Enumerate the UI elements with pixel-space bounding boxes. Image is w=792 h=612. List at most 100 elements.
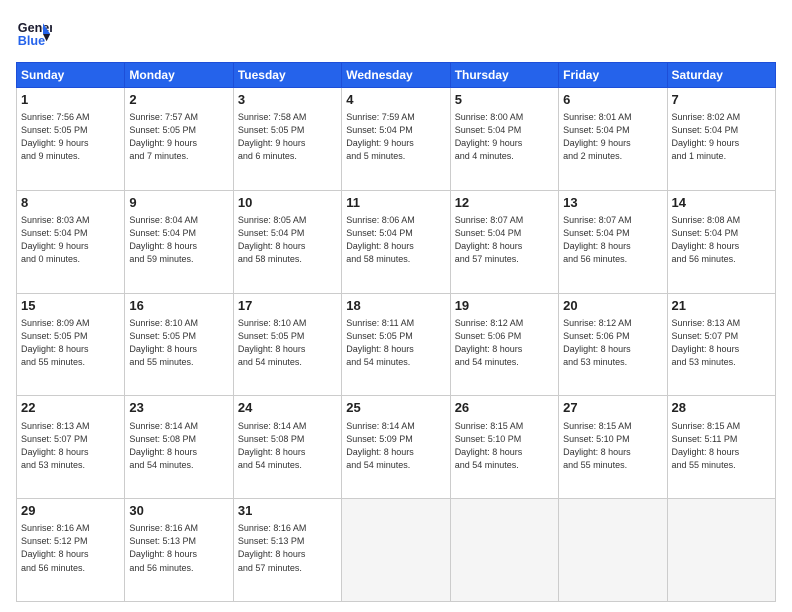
day-cell: 1Sunrise: 7:56 AMSunset: 5:05 PMDaylight… xyxy=(17,88,125,191)
day-number: 27 xyxy=(563,399,662,417)
day-info: Sunrise: 8:14 AMSunset: 5:08 PMDaylight:… xyxy=(238,420,337,472)
day-cell: 10 Sunrise: 8:05 AMSunset: 5:04 PMDayligh… xyxy=(233,190,341,293)
day-info: Sunrise: 8:09 AMSunset: 5:05 PMDaylight:… xyxy=(21,317,120,369)
weekday-monday: Monday xyxy=(125,63,233,88)
day-info: Sunrise: 8:10 AMSunset: 5:05 PMDaylight:… xyxy=(238,317,337,369)
logo: General Blue xyxy=(16,16,52,52)
day-number: 26 xyxy=(455,399,554,417)
day-cell: 12Sunrise: 8:07 AMSunset: 5:04 PMDayligh… xyxy=(450,190,558,293)
day-cell: 20 Sunrise: 8:12 AMSunset: 5:06 PMDayligh… xyxy=(559,293,667,396)
day-number: 20 xyxy=(563,297,662,315)
day-info: Sunrise: 8:15 AMSunset: 5:10 PMDaylight:… xyxy=(455,420,554,472)
day-cell: 19 Sunrise: 8:12 AMSunset: 5:06 PMDayligh… xyxy=(450,293,558,396)
day-cell: 13 Sunrise: 8:07 AMSunset: 5:04 PMDayligh… xyxy=(559,190,667,293)
day-info: Sunrise: 7:56 AMSunset: 5:05 PMDaylight:… xyxy=(21,111,120,163)
day-info: Sunrise: 8:12 AMSunset: 5:06 PMDaylight:… xyxy=(455,317,554,369)
day-number: 9 xyxy=(129,194,228,212)
day-info: Sunrise: 8:16 AMSunset: 5:12 PMDaylight:… xyxy=(21,522,120,574)
day-number: 3 xyxy=(238,91,337,109)
day-cell: 29 Sunrise: 8:16 AMSunset: 5:12 PMDayligh… xyxy=(17,499,125,602)
day-number: 7 xyxy=(672,91,771,109)
day-number: 25 xyxy=(346,399,445,417)
day-info: Sunrise: 8:16 AMSunset: 5:13 PMDaylight:… xyxy=(238,522,337,574)
day-info: Sunrise: 8:10 AMSunset: 5:05 PMDaylight:… xyxy=(129,317,228,369)
day-number: 30 xyxy=(129,502,228,520)
day-cell: 4Sunrise: 7:59 AMSunset: 5:04 PMDaylight… xyxy=(342,88,450,191)
day-info: Sunrise: 8:13 AMSunset: 5:07 PMDaylight:… xyxy=(21,420,120,472)
day-number: 17 xyxy=(238,297,337,315)
day-info: Sunrise: 8:11 AMSunset: 5:05 PMDaylight:… xyxy=(346,317,445,369)
day-number: 16 xyxy=(129,297,228,315)
day-number: 28 xyxy=(672,399,771,417)
week-row-5: 29 Sunrise: 8:16 AMSunset: 5:12 PMDayligh… xyxy=(17,499,776,602)
day-cell: 23 Sunrise: 8:14 AMSunset: 5:08 PMDayligh… xyxy=(125,396,233,499)
weekday-saturday: Saturday xyxy=(667,63,775,88)
day-number: 23 xyxy=(129,399,228,417)
day-info: Sunrise: 8:15 AMSunset: 5:11 PMDaylight:… xyxy=(672,420,771,472)
day-info: Sunrise: 7:58 AMSunset: 5:05 PMDaylight:… xyxy=(238,111,337,163)
day-cell: 27Sunrise: 8:15 AMSunset: 5:10 PMDayligh… xyxy=(559,396,667,499)
day-info: Sunrise: 8:14 AMSunset: 5:08 PMDaylight:… xyxy=(129,420,228,472)
weekday-wednesday: Wednesday xyxy=(342,63,450,88)
day-info: Sunrise: 8:07 AMSunset: 5:04 PMDaylight:… xyxy=(563,214,662,266)
day-cell: 18 Sunrise: 8:11 AMSunset: 5:05 PMDayligh… xyxy=(342,293,450,396)
week-row-2: 8 Sunrise: 8:03 AMSunset: 5:04 PMDaylight… xyxy=(17,190,776,293)
day-info: Sunrise: 8:01 AMSunset: 5:04 PMDaylight:… xyxy=(563,111,662,163)
day-info: Sunrise: 8:05 AMSunset: 5:04 PMDaylight:… xyxy=(238,214,337,266)
day-number: 19 xyxy=(455,297,554,315)
weekday-header-row: SundayMondayTuesdayWednesdayThursdayFrid… xyxy=(17,63,776,88)
day-cell: 3 Sunrise: 7:58 AMSunset: 5:05 PMDaylight… xyxy=(233,88,341,191)
day-cell: 28 Sunrise: 8:15 AMSunset: 5:11 PMDayligh… xyxy=(667,396,775,499)
day-cell: 21 Sunrise: 8:13 AMSunset: 5:07 PMDayligh… xyxy=(667,293,775,396)
day-number: 8 xyxy=(21,194,120,212)
day-cell: 5 Sunrise: 8:00 AMSunset: 5:04 PMDaylight… xyxy=(450,88,558,191)
day-info: Sunrise: 8:12 AMSunset: 5:06 PMDaylight:… xyxy=(563,317,662,369)
day-cell: 2Sunrise: 7:57 AMSunset: 5:05 PMDaylight… xyxy=(125,88,233,191)
day-cell: 22Sunrise: 8:13 AMSunset: 5:07 PMDayligh… xyxy=(17,396,125,499)
day-info: Sunrise: 8:07 AMSunset: 5:04 PMDaylight:… xyxy=(455,214,554,266)
weekday-sunday: Sunday xyxy=(17,63,125,88)
week-row-3: 15 Sunrise: 8:09 AMSunset: 5:05 PMDayligh… xyxy=(17,293,776,396)
day-number: 6 xyxy=(563,91,662,109)
day-cell xyxy=(342,499,450,602)
day-cell: 11Sunrise: 8:06 AMSunset: 5:04 PMDayligh… xyxy=(342,190,450,293)
day-info: Sunrise: 8:02 AMSunset: 5:04 PMDaylight:… xyxy=(672,111,771,163)
day-cell: 24 Sunrise: 8:14 AMSunset: 5:08 PMDayligh… xyxy=(233,396,341,499)
day-info: Sunrise: 7:59 AMSunset: 5:04 PMDaylight:… xyxy=(346,111,445,163)
day-cell xyxy=(559,499,667,602)
day-info: Sunrise: 8:13 AMSunset: 5:07 PMDaylight:… xyxy=(672,317,771,369)
day-cell: 15 Sunrise: 8:09 AMSunset: 5:05 PMDayligh… xyxy=(17,293,125,396)
week-row-4: 22Sunrise: 8:13 AMSunset: 5:07 PMDayligh… xyxy=(17,396,776,499)
day-number: 31 xyxy=(238,502,337,520)
day-cell: 26 Sunrise: 8:15 AMSunset: 5:10 PMDayligh… xyxy=(450,396,558,499)
day-number: 21 xyxy=(672,297,771,315)
day-cell: 31 Sunrise: 8:16 AMSunset: 5:13 PMDayligh… xyxy=(233,499,341,602)
day-info: Sunrise: 8:14 AMSunset: 5:09 PMDaylight:… xyxy=(346,420,445,472)
day-number: 2 xyxy=(129,91,228,109)
svg-text:Blue: Blue xyxy=(18,34,45,48)
day-number: 13 xyxy=(563,194,662,212)
day-cell: 16 Sunrise: 8:10 AMSunset: 5:05 PMDayligh… xyxy=(125,293,233,396)
week-row-1: 1Sunrise: 7:56 AMSunset: 5:05 PMDaylight… xyxy=(17,88,776,191)
day-number: 24 xyxy=(238,399,337,417)
day-number: 29 xyxy=(21,502,120,520)
day-number: 10 xyxy=(238,194,337,212)
calendar-table: SundayMondayTuesdayWednesdayThursdayFrid… xyxy=(16,62,776,602)
header: General Blue xyxy=(16,16,776,52)
day-info: Sunrise: 8:03 AMSunset: 5:04 PMDaylight:… xyxy=(21,214,120,266)
weekday-friday: Friday xyxy=(559,63,667,88)
day-info: Sunrise: 8:04 AMSunset: 5:04 PMDaylight:… xyxy=(129,214,228,266)
day-info: Sunrise: 8:00 AMSunset: 5:04 PMDaylight:… xyxy=(455,111,554,163)
day-number: 5 xyxy=(455,91,554,109)
day-number: 15 xyxy=(21,297,120,315)
day-cell: 7 Sunrise: 8:02 AMSunset: 5:04 PMDaylight… xyxy=(667,88,775,191)
day-cell: 30Sunrise: 8:16 AMSunset: 5:13 PMDayligh… xyxy=(125,499,233,602)
weekday-tuesday: Tuesday xyxy=(233,63,341,88)
day-number: 11 xyxy=(346,194,445,212)
day-cell: 8 Sunrise: 8:03 AMSunset: 5:04 PMDaylight… xyxy=(17,190,125,293)
day-number: 18 xyxy=(346,297,445,315)
day-cell: 6 Sunrise: 8:01 AMSunset: 5:04 PMDaylight… xyxy=(559,88,667,191)
day-cell: 14Sunrise: 8:08 AMSunset: 5:04 PMDayligh… xyxy=(667,190,775,293)
day-cell: 9 Sunrise: 8:04 AMSunset: 5:04 PMDaylight… xyxy=(125,190,233,293)
logo-icon: General Blue xyxy=(16,16,52,52)
